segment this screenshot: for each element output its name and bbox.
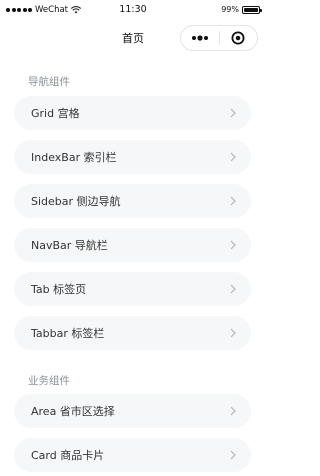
list-item-label: NavBar 导航栏 (31, 239, 108, 252)
chevron-right-icon (230, 450, 236, 460)
chevron-right-icon (230, 406, 236, 416)
nav-bar: 首页 (0, 20, 266, 56)
list-item-label: Area 省市区选择 (31, 405, 115, 418)
chevron-right-icon (230, 196, 236, 206)
list-item-sidebar[interactable]: Sidebar 侧边导航 (14, 184, 251, 218)
list-item-label: Card 商品卡片 (31, 449, 105, 462)
list-item-tab[interactable]: Tab 标签页 (14, 272, 251, 306)
section-title-business: 业务组件 (28, 375, 70, 387)
list-item-area[interactable]: Area 省市区选择 (14, 394, 251, 428)
more-button[interactable] (181, 26, 219, 50)
target-close-icon (231, 31, 245, 45)
battery-icon (242, 5, 262, 14)
list-item-label: IndexBar 索引栏 (31, 151, 117, 164)
chevron-right-icon (230, 108, 236, 118)
status-right: 99% (221, 5, 262, 14)
status-bar: WeChat 11:30 99% (0, 0, 266, 20)
list-item-grid[interactable]: Grid 宫格 (14, 96, 251, 130)
battery-percent: 99% (221, 5, 239, 14)
chevron-right-icon (230, 284, 236, 294)
chevron-right-icon (230, 152, 236, 162)
more-dots-icon (191, 35, 208, 41)
close-button[interactable] (219, 26, 257, 50)
chevron-right-icon (230, 240, 236, 250)
list-item-label: Grid 宫格 (31, 107, 80, 120)
list-item-label: Tab 标签页 (31, 283, 87, 296)
list-item-label: Tabbar 标签栏 (31, 327, 105, 340)
miniprogram-capsule (180, 25, 258, 51)
section-title-nav: 导航组件 (28, 76, 70, 88)
list-item-navbar[interactable]: NavBar 导航栏 (14, 228, 251, 262)
list-item-card[interactable]: Card 商品卡片 (14, 438, 251, 472)
chevron-right-icon (230, 328, 236, 338)
list-item-tabbar[interactable]: Tabbar 标签栏 (14, 316, 251, 350)
list-item-indexbar[interactable]: IndexBar 索引栏 (14, 140, 251, 174)
list-item-label: Sidebar 侧边导航 (31, 195, 121, 208)
